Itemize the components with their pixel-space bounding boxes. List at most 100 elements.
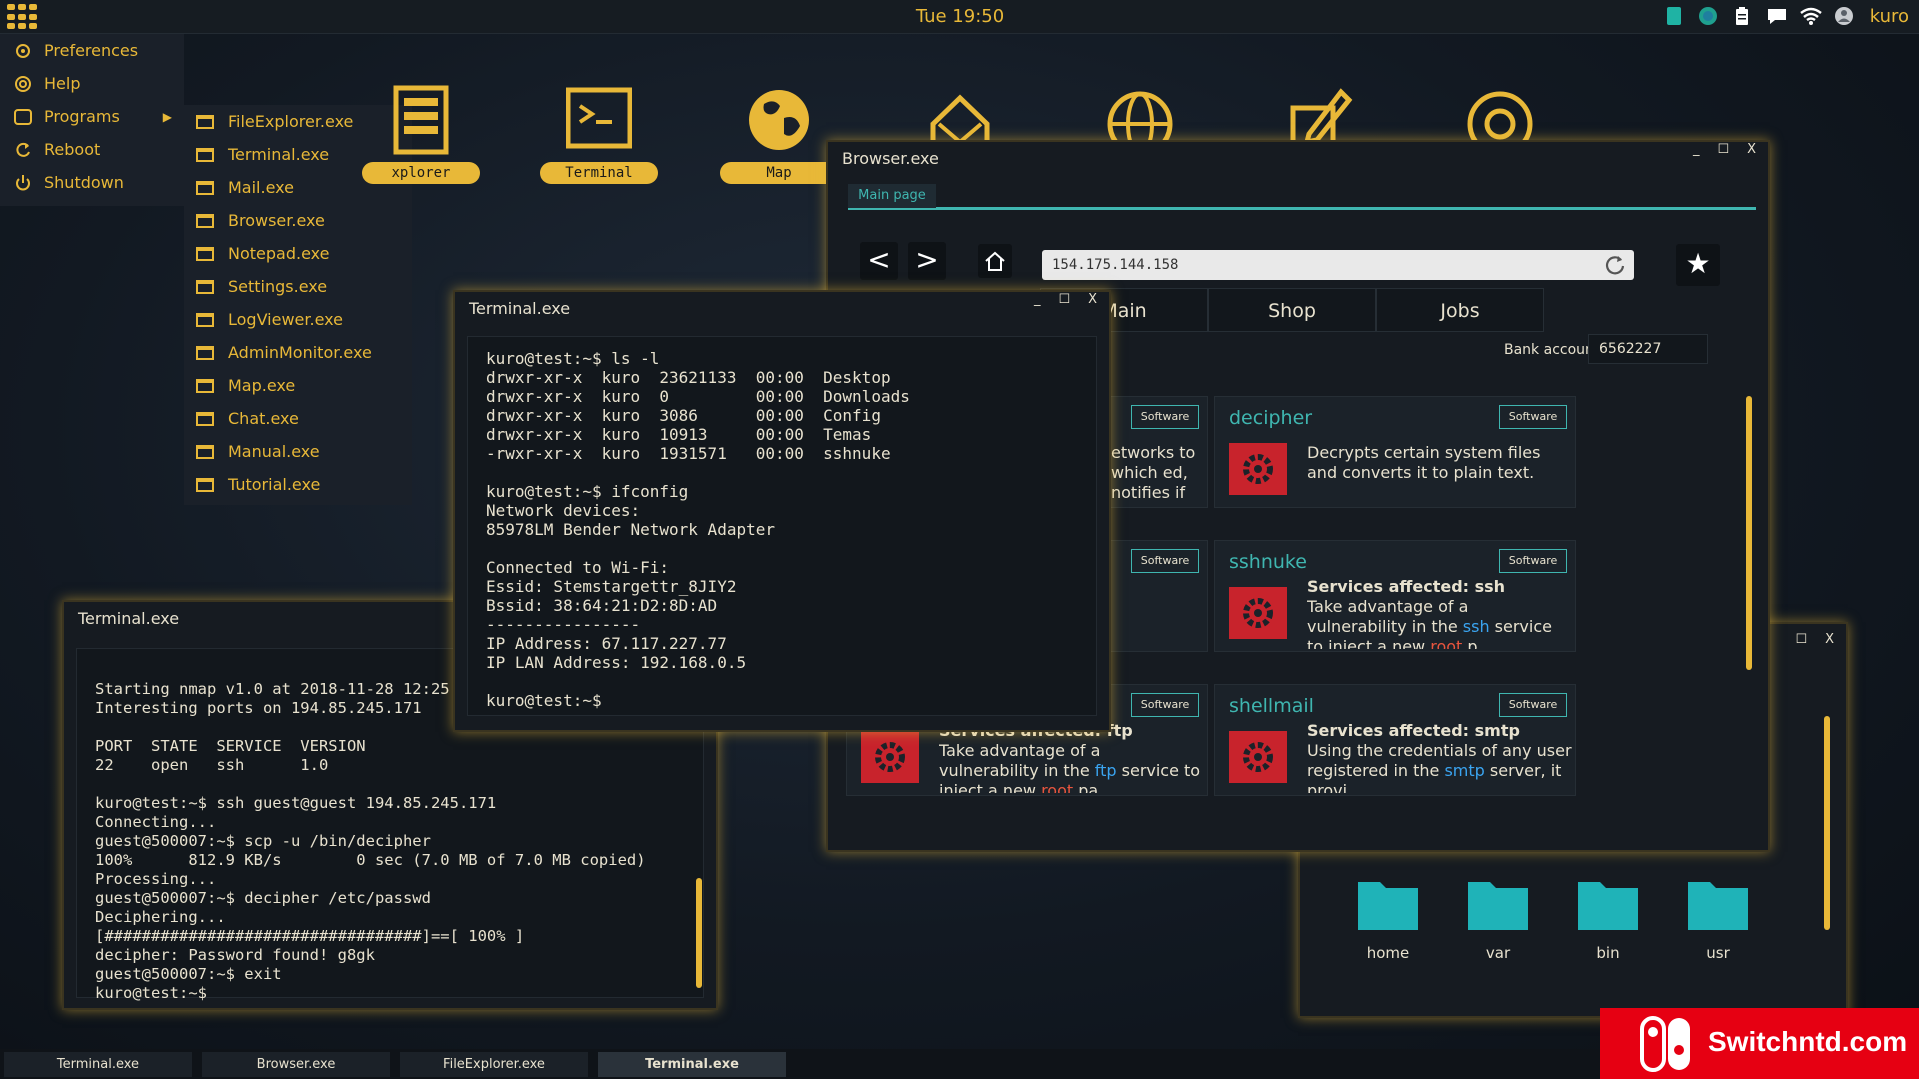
folder-icon [1688, 882, 1748, 930]
software-badge: Software [1131, 405, 1199, 429]
browser-app-icon[interactable] [1698, 6, 1718, 26]
close-icon[interactable]: X [1747, 142, 1756, 157]
menu-item-programs[interactable]: Programs ▶ [0, 100, 184, 133]
window-controls: _ ☐ X [1034, 292, 1097, 307]
terminal-line: 100% 812.9 KB/s 0 sec (7.0 MB of 7.0 MB … [95, 851, 646, 869]
software-badge: Software [1499, 405, 1567, 429]
desktop-icon-label: Map [720, 162, 838, 184]
terminal-line: PORT STATE SERVICE VERSION [95, 737, 366, 755]
folder-icon [1578, 882, 1638, 930]
terminal-line: drwxr-xr-x kuro 23621133 00:00 Desktop [486, 368, 891, 387]
tab-jobs[interactable]: Jobs [1376, 288, 1544, 332]
minimize-icon[interactable]: _ [1034, 292, 1041, 307]
desktop-icon-terminal[interactable]: Terminal [536, 84, 662, 184]
terminal-line: drwxr-xr-x kuro 0 00:00 Downloads [486, 387, 910, 406]
window-title[interactable]: Terminal.exe [455, 292, 1109, 326]
program-item[interactable]: LogViewer.exe [184, 303, 412, 336]
program-item[interactable]: Map.exe [184, 369, 412, 402]
network-app-icon[interactable] [1664, 6, 1684, 26]
terminal-line: ---------------- [486, 615, 641, 634]
wifi-icon[interactable] [1799, 6, 1822, 26]
card-description: Decrypts certain system files and conver… [1307, 443, 1541, 482]
menu-item-reboot[interactable]: Reboot [0, 133, 184, 166]
bookmark-button[interactable]: ★ [1676, 244, 1720, 286]
program-item[interactable]: Tutorial.exe [184, 468, 412, 501]
folder-usr[interactable]: usr [1686, 878, 1750, 962]
tab-main-page[interactable]: Main page [848, 184, 936, 208]
chat-icon[interactable] [1766, 6, 1786, 26]
folder-var[interactable]: var [1466, 878, 1530, 962]
close-icon[interactable]: X [1825, 632, 1834, 647]
desktop-icon-map[interactable]: Map [716, 84, 842, 184]
terminal-line: guest@500007:~$ scp -u /bin/decipher [95, 832, 431, 850]
terminal-line: drwxr-xr-x kuro 3086 00:00 Config [486, 406, 881, 425]
taskbar-item-browser[interactable]: Browser.exe [202, 1052, 390, 1077]
card-services: Services affected: smtp [1307, 721, 1520, 740]
scrollbar[interactable] [1746, 396, 1752, 670]
software-badge: Software [1499, 549, 1567, 573]
folder-bin[interactable]: bin [1576, 878, 1640, 962]
terminal-line: decipher: Password found! g8gk [95, 946, 375, 964]
menu-item-shutdown[interactable]: Shutdown [0, 166, 184, 199]
program-item[interactable]: Browser.exe [184, 204, 412, 237]
bank-account-select[interactable]: 6562227 [1588, 334, 1708, 364]
program-item[interactable]: AdminMonitor.exe [184, 336, 412, 369]
window-controls: _ ☐ X [1693, 142, 1756, 157]
taskbar-item-file-explorer[interactable]: FileExplorer.exe [400, 1052, 588, 1077]
program-item[interactable]: Notepad.exe [184, 237, 412, 270]
reload-icon[interactable] [1604, 254, 1626, 276]
program-item[interactable]: Manual.exe [184, 435, 412, 468]
tab-shop[interactable]: Shop [1208, 288, 1376, 332]
terminal-line: kuro@test:~$ ssh guest@guest 194.85.245.… [95, 794, 497, 812]
menu-label: Shutdown [44, 173, 124, 192]
maximize-icon[interactable]: ☐ [1717, 142, 1729, 157]
terminal-window-front: Terminal.exe _ ☐ X kuro@test:~$ ls -l drw… [453, 290, 1111, 732]
file-explorer-icon [393, 85, 449, 155]
card-services: Services affected: ssh [1307, 577, 1506, 596]
terminal-line: IP Address: 67.117.227.77 [486, 634, 727, 653]
submenu-arrow-icon: ▶ [162, 109, 172, 124]
url-bar[interactable]: 154.175.144.158 [1042, 250, 1634, 280]
top-bar: Tue 19:50 kuro [0, 0, 1919, 34]
app-grid-icon[interactable] [7, 4, 39, 30]
menu-item-help[interactable]: Help [0, 67, 184, 100]
taskbar-item-terminal[interactable]: Terminal.exe [4, 1052, 192, 1077]
home-button[interactable] [978, 244, 1012, 278]
program-item[interactable]: Settings.exe [184, 270, 412, 303]
program-item[interactable]: Chat.exe [184, 402, 412, 435]
window-title[interactable]: Browser.exe [828, 142, 1768, 176]
user-icon[interactable] [1834, 6, 1854, 26]
terminal-line: Essid: Stemstargettr_8JIY2 [486, 577, 737, 596]
url-text: 154.175.144.158 [1052, 257, 1179, 273]
terminal-line: Connecting... [95, 813, 217, 831]
window-icon [196, 147, 214, 162]
scrollbar[interactable] [696, 878, 702, 988]
close-icon[interactable]: X [1088, 292, 1097, 307]
software-card-shellmail[interactable]: shellmail Software Services affected: sm… [1214, 684, 1576, 796]
terminal-line: [##################################]==[ … [95, 927, 525, 945]
software-gear-icon [1229, 587, 1287, 639]
terminal-line: Processing... [95, 870, 217, 888]
taskbar-item-terminal-active[interactable]: Terminal.exe [598, 1052, 786, 1077]
power-icon [16, 174, 30, 190]
maximize-icon[interactable]: ☐ [1058, 292, 1070, 307]
maximize-icon[interactable]: ☐ [1795, 632, 1807, 647]
window-icon [196, 114, 214, 129]
username-label[interactable]: kuro [1868, 6, 1909, 27]
minimize-icon[interactable]: _ [1693, 142, 1700, 157]
terminal-output[interactable]: kuro@test:~$ ls -l drwxr-xr-x kuro 236211… [467, 336, 1097, 716]
folder-home[interactable]: home [1356, 878, 1420, 962]
scrollbar[interactable] [1824, 716, 1830, 930]
root-keyword: root [1041, 781, 1074, 793]
back-button[interactable]: < [860, 242, 898, 280]
software-card-sshnuke[interactable]: sshnuke Software Services affected: ssh … [1214, 540, 1576, 652]
forward-button[interactable]: > [908, 242, 946, 280]
desktop-icon-file-explorer[interactable]: xplorer [358, 84, 484, 184]
terminal-line: kuro@test:~$ ls -l [486, 349, 660, 368]
terminal-line: kuro@test:~$ [486, 691, 602, 710]
start-menu: Preferences Help Programs ▶ Reboot Shutd… [0, 34, 184, 206]
clipboard-icon[interactable] [1732, 6, 1752, 26]
software-card-decipher[interactable]: decipher Software Decrypts certain syste… [1214, 396, 1576, 508]
menu-item-preferences[interactable]: Preferences [0, 34, 184, 67]
program-label: Notepad.exe [228, 244, 330, 263]
